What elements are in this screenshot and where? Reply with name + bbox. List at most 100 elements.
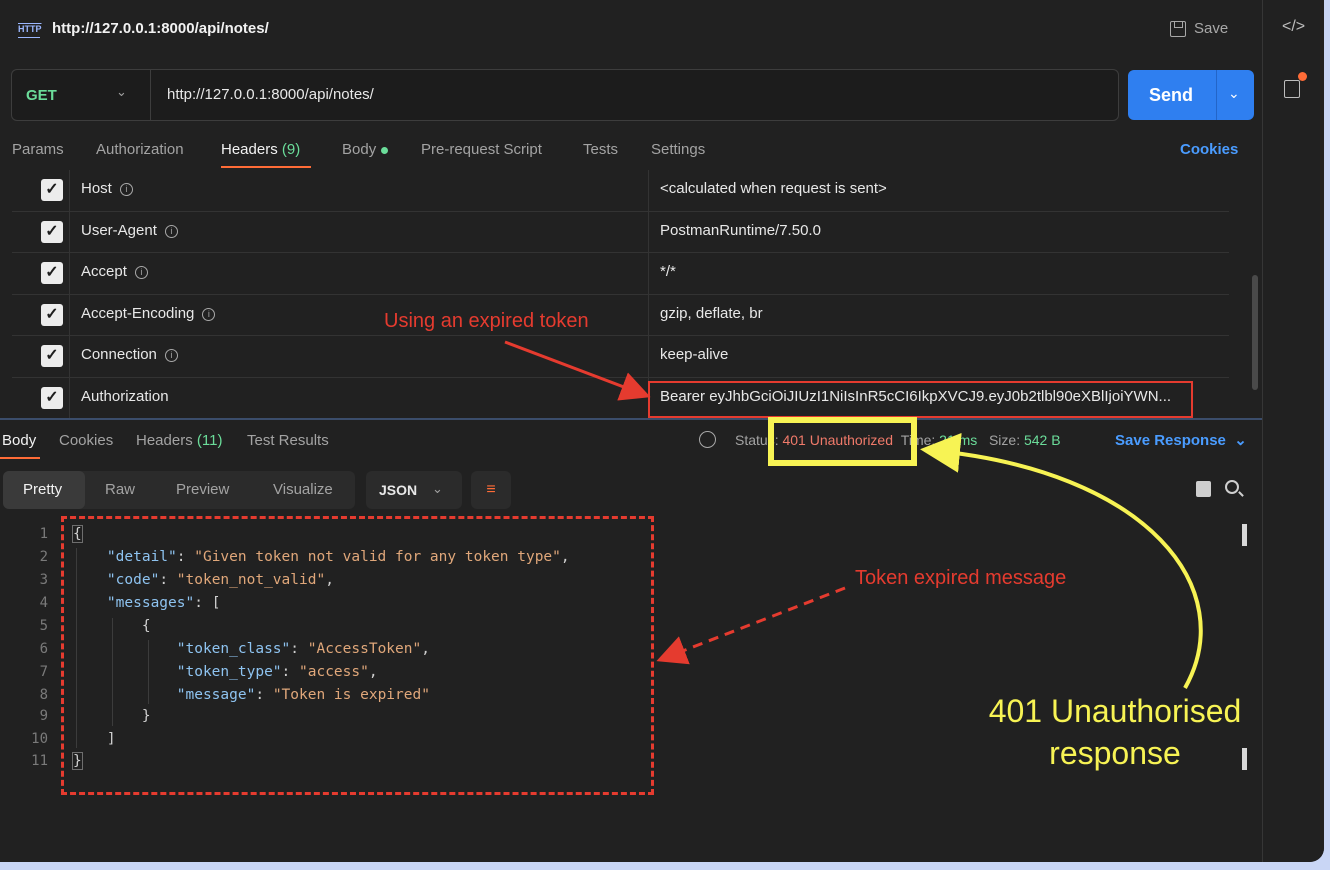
view-tab-visualize[interactable]: Visualize <box>273 481 333 498</box>
line-number: 6 <box>39 641 48 657</box>
response-tab-headers-label: Headers <box>136 432 193 449</box>
line-number: 1 <box>39 526 48 542</box>
send-separator <box>1216 70 1217 120</box>
headers-scrollbar[interactable] <box>1252 275 1258 390</box>
checkbox-icon[interactable]: ✓ <box>41 262 63 284</box>
header-value[interactable]: PostmanRuntime/7.50.0 <box>660 222 821 239</box>
response-tab-body[interactable]: Body <box>2 432 36 449</box>
tab-headers[interactable]: Headers (9) <box>221 141 300 158</box>
tab-pre-request-script[interactable]: Pre-request Script <box>421 141 542 158</box>
info-icon[interactable]: i <box>202 307 216 321</box>
header-key: Host i <box>81 180 133 197</box>
response-tab-headers-count: (11) <box>196 432 223 449</box>
tab-body-label: Body <box>342 141 377 158</box>
column-divider <box>648 253 649 294</box>
table-row: ✓ Accept-Encoding i gzip, deflate, br <box>12 294 1229 336</box>
header-key-text: User-Agent <box>81 221 157 239</box>
save-button[interactable]: Save <box>1170 20 1228 37</box>
checkbox-cell: ✓ <box>12 170 70 211</box>
tab-tests[interactable]: Tests <box>583 141 618 158</box>
header-key-text: Connection <box>81 346 157 363</box>
annotation-expired-token: Using an expired token <box>384 310 589 332</box>
chevron-down-icon: ⌄ <box>1230 432 1247 449</box>
request-title[interactable]: http://127.0.0.1:8000/api/notes/ <box>52 20 269 37</box>
notification-dot <box>1298 72 1307 81</box>
time-value[interactable]: 21 ms <box>939 432 977 448</box>
table-row: ✓ Accept i */* <box>12 253 1229 295</box>
line-number: 7 <box>39 664 48 680</box>
view-tab-raw[interactable]: Raw <box>105 481 135 498</box>
body-indicator-dot <box>381 146 389 154</box>
cookies-link[interactable]: Cookies <box>1180 141 1238 158</box>
globe-icon[interactable] <box>699 431 716 448</box>
tab-authorization[interactable]: Authorization <box>96 141 184 158</box>
save-response-label: Save Response <box>1115 432 1226 449</box>
checkbox-cell: ✓ <box>12 336 70 377</box>
header-key: Accept i <box>81 263 148 280</box>
view-tab-pretty[interactable]: Pretty <box>23 481 62 498</box>
pane-divider[interactable] <box>0 418 1262 420</box>
save-icon <box>1170 20 1186 37</box>
info-icon[interactable]: i <box>119 183 133 196</box>
header-value[interactable]: */* <box>660 263 676 280</box>
checkbox-icon[interactable]: ✓ <box>41 303 63 326</box>
status-highlight <box>768 417 917 466</box>
size-value[interactable]: 542 B <box>1024 432 1061 448</box>
code-scrollbar-top[interactable] <box>1242 524 1247 546</box>
http-icon: HTTP <box>18 22 42 38</box>
save-response-button[interactable]: Save Response ⌄ <box>1115 431 1247 449</box>
line-number: 8 <box>39 687 48 703</box>
info-icon[interactable]: i <box>134 266 148 279</box>
chevron-down-icon[interactable]: ⌄ <box>116 84 127 100</box>
tab-body[interactable]: Body <box>342 141 389 158</box>
chevron-down-icon: ⌄ <box>432 481 443 496</box>
tab-headers-label: Headers <box>221 141 278 158</box>
response-body-highlight <box>61 516 654 795</box>
checkbox-icon[interactable]: ✓ <box>41 345 63 367</box>
line-number: 9 <box>39 708 48 724</box>
column-divider <box>648 211 649 252</box>
search-icon[interactable] <box>1225 480 1239 494</box>
tab-headers-count: (9) <box>281 141 301 158</box>
view-tab-preview[interactable]: Preview <box>176 481 229 498</box>
url-input[interactable]: http://127.0.0.1:8000/api/notes/ <box>167 86 374 103</box>
response-tab-test-results[interactable]: Test Results <box>247 432 329 449</box>
checkbox-cell: ✓ <box>12 377 70 418</box>
header-value[interactable]: gzip, deflate, br <box>660 305 763 322</box>
header-key: Connection i <box>81 346 178 363</box>
tab-params[interactable]: Params <box>12 141 64 158</box>
checkbox-icon[interactable]: ✓ <box>41 386 63 409</box>
line-number: 2 <box>39 549 48 565</box>
info-icon[interactable]: i <box>164 349 178 362</box>
chevron-down-icon[interactable]: ⌄ <box>1228 85 1240 102</box>
tab-settings[interactable]: Settings <box>651 141 705 158</box>
active-tab-underline <box>221 166 311 168</box>
header-key-text: Authorization <box>81 387 169 405</box>
header-key-text: Accept-Encoding <box>81 304 195 322</box>
line-number: 3 <box>39 572 48 588</box>
table-row: ✓ Host i <calculated when request is sent… <box>12 170 1229 212</box>
expired-token-highlight <box>648 381 1193 418</box>
header-value[interactable]: keep-alive <box>660 346 728 363</box>
header-key-text: Accept <box>81 263 127 280</box>
response-tab-cookies[interactable]: Cookies <box>59 432 113 449</box>
line-number: 10 <box>31 731 48 747</box>
document-icon[interactable] <box>1284 80 1300 98</box>
active-tab-underline <box>0 457 40 459</box>
checkbox-icon[interactable]: ✓ <box>41 220 63 243</box>
header-value[interactable]: <calculated when request is sent> <box>660 180 887 197</box>
wrap-lines-icon[interactable]: ≡ <box>471 471 511 509</box>
checkbox-icon[interactable]: ✓ <box>41 179 63 201</box>
annotation-unauthorised-line2: response <box>1049 735 1181 771</box>
table-row: ✓ User-Agent i PostmanRuntime/7.50.0 <box>12 211 1229 253</box>
response-tab-headers[interactable]: Headers (11) <box>136 432 222 449</box>
copy-icon[interactable] <box>1196 481 1211 497</box>
code-icon[interactable]: </> <box>1282 18 1305 36</box>
header-key: Accept-Encoding i <box>81 304 216 322</box>
format-label: JSON <box>379 482 418 498</box>
annotation-unauthorised: 401 Unauthorised response <box>950 690 1280 774</box>
info-icon[interactable]: i <box>164 224 178 238</box>
method-select[interactable]: GET <box>26 87 57 104</box>
column-divider <box>648 336 649 377</box>
send-button[interactable]: Send ⌄ <box>1128 70 1254 120</box>
